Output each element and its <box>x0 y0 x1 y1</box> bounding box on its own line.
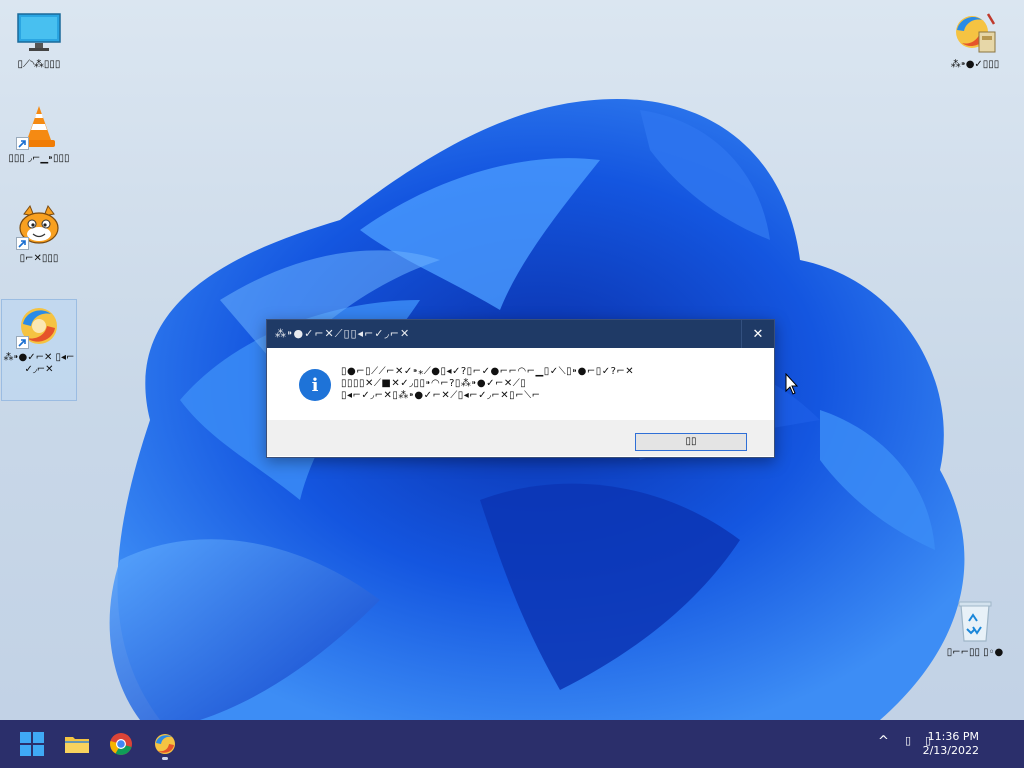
file-explorer-button[interactable] <box>61 728 93 760</box>
swirl-app-icon <box>155 734 175 754</box>
dialog-content: i ▯●⌐▯⟋⟋⌐✕✓⁍⁎⟋●▯◂✓?▯⌐✓●⌐⌐◠⌐▁▯✓⟍▯⁍●⌐▯✓?⌐✕… <box>267 348 774 420</box>
dialog-close-button[interactable]: ✕ <box>741 320 774 348</box>
taskbar: ^ ▯ ▯ 11:36 PM 2/13/2022 <box>0 720 1024 768</box>
shortcut-arrow-icon <box>16 237 29 250</box>
mouse-cursor-icon <box>785 373 799 395</box>
setup-package-icon <box>952 10 998 56</box>
running-app-button[interactable] <box>149 728 181 760</box>
dialog-footer: ▯▯ <box>267 420 774 456</box>
monitor-icon <box>16 10 62 56</box>
taskbar-clock[interactable]: 11:36 PM 2/13/2022 <box>923 730 979 758</box>
desktop-icon-label: ▯▯▯ ◞⌐▁⁍▯▯▯ <box>8 153 70 164</box>
dialog-message-line: ▯▯▯▯✕⟋■✕✓◞▯▯⁍◠⌐?▯⁂⁍●✓⌐✕⟋▯ <box>341 378 527 389</box>
start-button[interactable] <box>16 728 48 760</box>
desktop-icon-label: ▯⌐⌐▯▯ ▯◦● <box>946 647 1004 658</box>
desktop-icon-app-installer[interactable]: ⁂⁍●✓⌐✕ ▯◂⌐✓◞⌐✕ <box>1 299 77 401</box>
folder-icon <box>65 737 89 753</box>
desktop-icon-this-pc[interactable]: ▯⟋◝⁂▯▯▯ <box>2 10 76 71</box>
tray-overflow-chevron[interactable]: ^ <box>878 734 889 749</box>
running-indicator <box>162 757 168 760</box>
desktop-icon-vlc[interactable]: ▯▯▯ ◞⌐▁⁍▯▯▯ <box>2 104 76 165</box>
clock-time: 11:36 PM <box>927 730 979 743</box>
dialog-message: ▯●⌐▯⟋⟋⌐✕✓⁍⁎⟋●▯◂✓?▯⌐✓●⌐⌐◠⌐▁▯✓⟍▯⁍●⌐▯✓?⌐✕ ▯… <box>341 366 741 402</box>
recycle-bin-icon <box>952 598 998 644</box>
scratch-cat-icon <box>16 204 62 250</box>
dialog-title: ⁂⁍●✓⌐✕⟋▯▯◂⌐✓◞⌐✕ <box>275 327 411 340</box>
desktop-icon-setup[interactable]: ⁂⁍●✓▯▯▯ <box>938 10 1012 71</box>
desktop: ▯⟋◝⁂▯▯▯ ▯▯▯ ◞⌐▁⁍▯▯▯ ▯⌐✕▯▯▯ ⁂⁍●✓⌐✕ ▯◂⌐✓◞⌐… <box>0 0 1024 720</box>
info-icon: i <box>299 369 331 401</box>
desktop-icon-label: ⁂⁍●✓⌐✕ ▯◂⌐✓◞⌐✕ <box>3 352 75 375</box>
vlc-cone-icon <box>16 104 62 150</box>
ok-button[interactable]: ▯▯ <box>635 433 747 451</box>
clock-date: 2/13/2022 <box>922 744 979 757</box>
chrome-icon <box>110 733 132 755</box>
swirl-app-icon <box>16 303 62 349</box>
dialog-titlebar[interactable]: ⁂⁍●✓⌐✕⟋▯▯◂⌐✓◞⌐✕ ✕ <box>267 320 774 348</box>
desktop-icon-label: ▯⟋◝⁂▯▯▯ <box>17 59 61 70</box>
desktop-icon-label: ▯⌐✕▯▯▯ <box>19 253 59 264</box>
windows-logo-icon <box>20 732 44 756</box>
dialog-message-line: ▯◂⌐✓◞⌐✕▯⁂⁍●✓⌐✕⟋▯◂⌐✓◞⌐✕▯⌐⟍⌐ <box>341 390 541 401</box>
shortcut-arrow-icon <box>16 137 29 150</box>
network-icon[interactable]: ▯ <box>905 734 911 747</box>
shortcut-arrow-icon <box>16 336 29 349</box>
chrome-button[interactable] <box>105 728 137 760</box>
desktop-icon-recycle-bin[interactable]: ▯⌐⌐▯▯ ▯◦● <box>938 598 1012 659</box>
message-dialog: ⁂⁍●✓⌐✕⟋▯▯◂⌐✓◞⌐✕ ✕ i ▯●⌐▯⟋⟋⌐✕✓⁍⁎⟋●▯◂✓?▯⌐✓… <box>266 319 775 458</box>
desktop-icon-scratch[interactable]: ▯⌐✕▯▯▯ <box>2 204 76 265</box>
dialog-message-line: ▯●⌐▯⟋⟋⌐✕✓⁍⁎⟋●▯◂✓?▯⌐✓●⌐⌐◠⌐▁▯✓⟍▯⁍●⌐▯✓?⌐✕ <box>341 366 635 377</box>
desktop-icon-label: ⁂⁍●✓▯▯▯ <box>950 59 1000 70</box>
